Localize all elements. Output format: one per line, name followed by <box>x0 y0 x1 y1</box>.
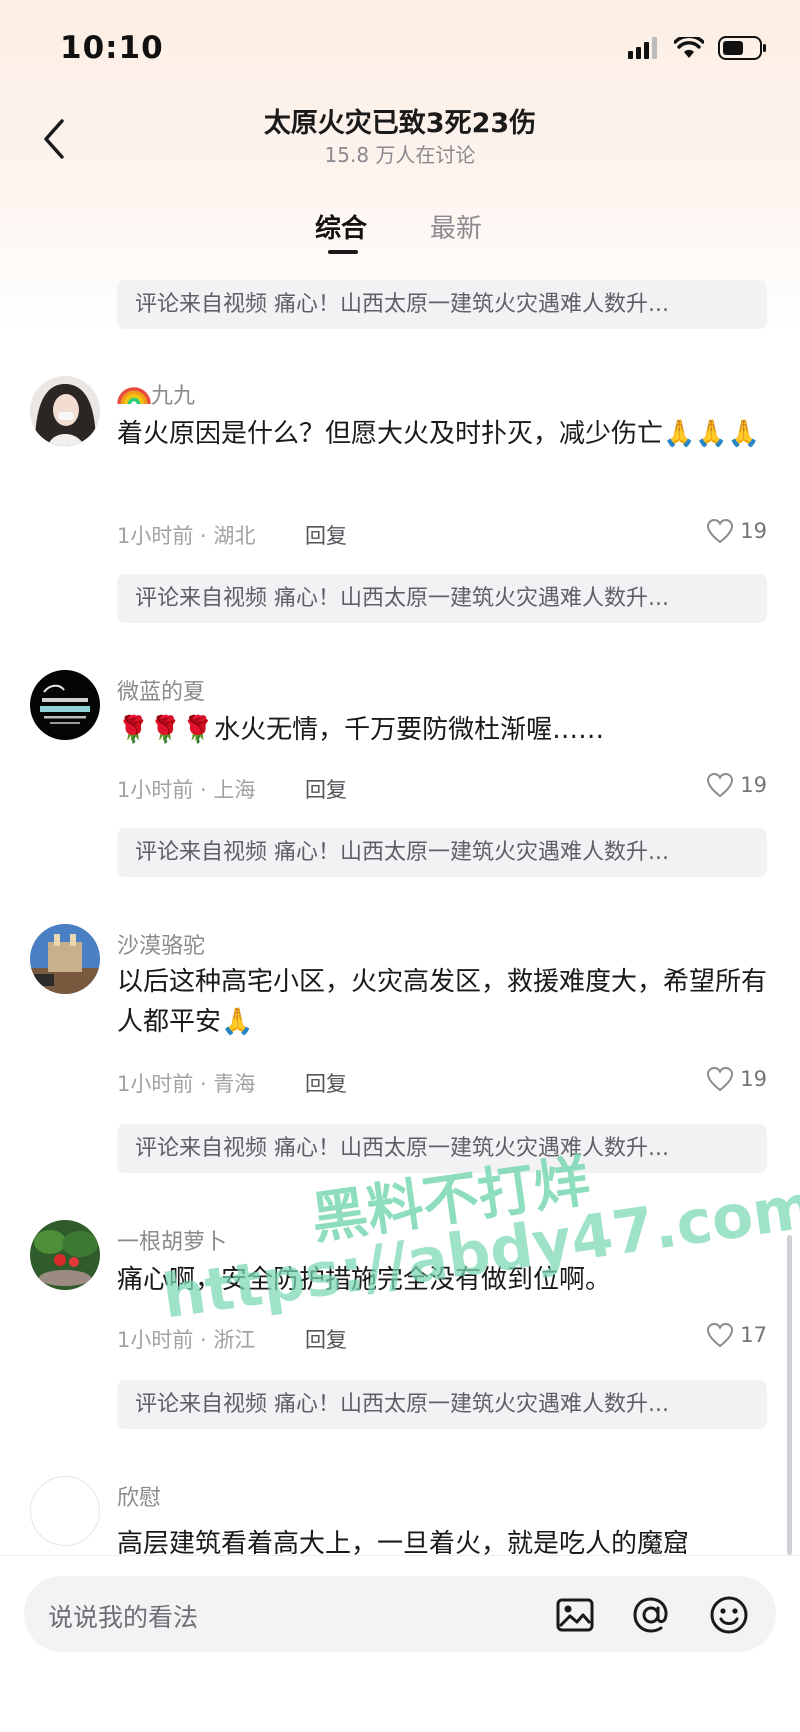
heart-icon <box>707 518 734 544</box>
status-bar: 10:10 <box>0 0 800 95</box>
smiley-icon <box>710 1596 748 1634</box>
comment-meta: 1小时前 · 湖北 <box>117 524 256 548</box>
input-placeholder: 说说我的看法 <box>48 1603 199 1632</box>
heart-icon <box>707 1322 734 1348</box>
comment-text: 🌹🌹🌹水火无情，千万要防微杜渐喔…… <box>117 715 605 745</box>
avatar-image <box>30 924 100 994</box>
avatar-image <box>30 670 100 740</box>
comment-text: 着火原因是什么？但愿大火及时扑灭，减少伤亡🙏🙏🙏 <box>117 419 761 449</box>
username[interactable]: 九九 <box>117 378 195 412</box>
reply-button[interactable]: 回复 <box>305 774 347 804</box>
avatar-image <box>30 376 100 446</box>
comment-meta: 1小时前 · 上海 <box>117 778 256 802</box>
avatar-image <box>30 1220 100 1290</box>
like-button[interactable]: 19 <box>706 1066 767 1092</box>
battery-icon <box>718 36 766 60</box>
reply-button[interactable]: 回复 <box>305 1324 347 1354</box>
username[interactable]: 欣慰 <box>117 1480 161 1512</box>
video-source-link[interactable]: 评论来自视频 痛心！山西太原一建筑火灾遇难人数升... <box>117 280 767 329</box>
active-tab-indicator <box>328 250 358 254</box>
like-button[interactable]: 17 <box>706 1322 767 1348</box>
like-button[interactable]: 19 <box>706 772 767 798</box>
video-source-link[interactable]: 评论来自视频 痛心！山西太原一建筑火灾遇难人数升... <box>117 1380 767 1429</box>
like-count: 19 <box>740 1067 767 1091</box>
like-count: 19 <box>740 773 767 797</box>
avatar[interactable] <box>30 1476 100 1546</box>
comment-text: 以后这种高宅小区，火灾高发区，救援难度大，希望所有人都平安🙏 <box>117 967 768 1037</box>
signal-icon <box>628 37 657 59</box>
image-icon <box>556 1598 594 1632</box>
video-source-link[interactable]: 评论来自视频 痛心！山西太原一建筑火灾遇难人数升... <box>117 574 767 623</box>
username[interactable]: 微蓝的夏 <box>117 674 205 706</box>
like-count: 17 <box>740 1323 767 1347</box>
video-source-link[interactable]: 评论来自视频 痛心！山西太原一建筑火灾遇难人数升... <box>117 828 767 877</box>
reply-button[interactable]: 回复 <box>305 520 347 550</box>
tab-latest[interactable]: 最新 <box>430 208 482 245</box>
tab-bar: 综合 最新 <box>0 208 800 258</box>
mention-button[interactable] <box>630 1594 672 1636</box>
avatar[interactable] <box>30 376 100 446</box>
like-count: 19 <box>740 519 767 543</box>
comment-meta: 1小时前 · 浙江 <box>117 1328 256 1352</box>
emoji-button[interactable] <box>708 1594 750 1636</box>
discussion-count: 15.8 万人在讨论 <box>324 143 476 167</box>
comment-meta: 1小时前 · 青海 <box>117 1072 256 1096</box>
watermark-overlay: 黑料不打烊 https://abdy47.com <box>150 1149 800 1335</box>
heart-icon <box>707 1066 734 1092</box>
scrollbar[interactable] <box>787 1235 792 1555</box>
rainbow-emoji-icon <box>117 380 151 412</box>
avatar[interactable] <box>30 924 100 994</box>
wifi-icon <box>674 37 704 58</box>
page-header: 太原火灾已致3死23伤 15.8 万人在讨论 <box>0 95 800 175</box>
username[interactable]: 一根胡萝卜 <box>117 1224 227 1256</box>
status-time: 10:10 <box>60 30 164 66</box>
comment-input[interactable]: 说说我的看法 <box>24 1576 776 1652</box>
comment-input-bar: 说说我的看法 <box>0 1555 800 1732</box>
avatar[interactable] <box>30 1220 100 1290</box>
page-title: 太原火灾已致3死23伤 <box>263 108 537 139</box>
avatar[interactable] <box>30 670 100 740</box>
tab-comprehensive[interactable]: 综合 <box>315 208 367 245</box>
video-source-link[interactable]: 评论来自视频 痛心！山西太原一建筑火灾遇难人数升... <box>117 1124 767 1173</box>
username[interactable]: 沙漠骆驼 <box>117 928 205 960</box>
at-icon <box>633 1597 668 1633</box>
status-icons <box>628 36 768 60</box>
reply-button[interactable]: 回复 <box>305 1068 347 1098</box>
watermark-url: https://abdy47.com <box>158 1171 800 1333</box>
image-button[interactable] <box>554 1594 596 1636</box>
like-button[interactable]: 19 <box>706 518 767 544</box>
comment-text: 痛心啊，安全防护措施完全没有做到位啊。 <box>117 1265 612 1295</box>
heart-icon <box>707 772 734 798</box>
